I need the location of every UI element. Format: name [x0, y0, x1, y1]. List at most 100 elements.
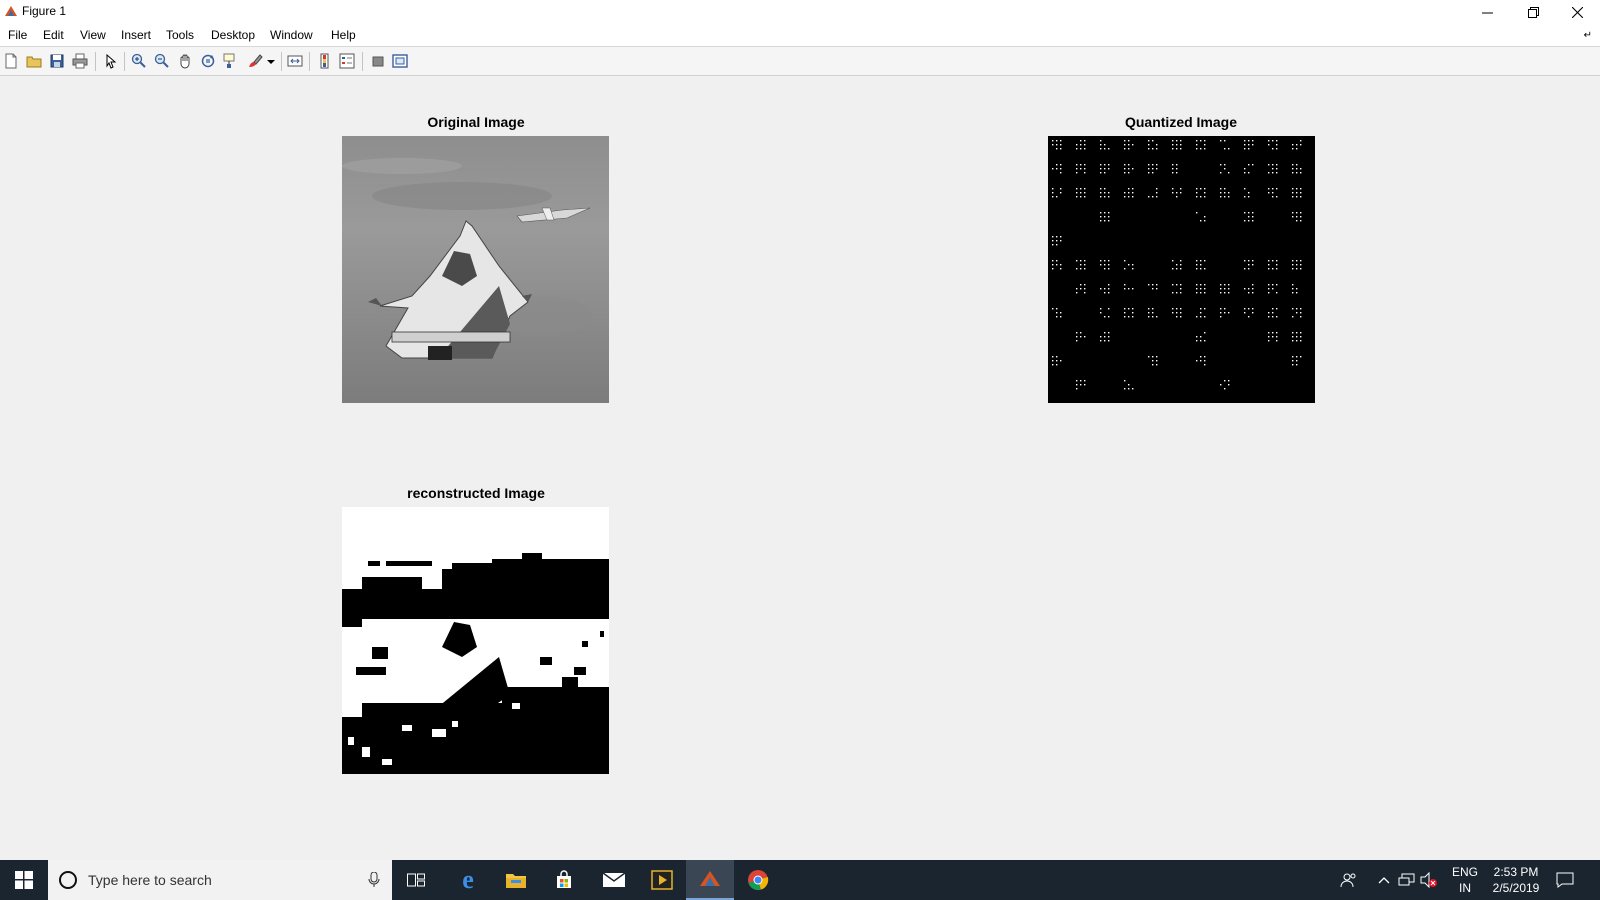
- quantized-coefficient-dot: [1252, 164, 1254, 166]
- quantized-coefficient-dot: [1060, 360, 1062, 362]
- quantized-coefficient-dot: [1248, 220, 1250, 222]
- quantized-coefficient-dot: [1204, 192, 1206, 194]
- quantized-coefficient-dot: [1180, 140, 1182, 142]
- menu-tools[interactable]: Tools: [166, 28, 194, 42]
- chrome-icon: [748, 870, 769, 890]
- hide-plot-tools-button[interactable]: [369, 52, 387, 70]
- quantized-coefficient-dot: [1248, 268, 1250, 270]
- quantized-coefficient-dot: [1100, 192, 1102, 194]
- quantized-coefficient-dot: [1268, 268, 1270, 270]
- insert-legend-button[interactable]: [338, 52, 356, 70]
- quantized-coefficient-dot: [1204, 340, 1206, 342]
- quantized-coefficient-dot: [1292, 316, 1294, 318]
- quantized-coefficient-dot: [1176, 192, 1178, 194]
- clock-date: 2/5/2019: [1492, 881, 1540, 895]
- show-plot-tools-button[interactable]: [391, 52, 409, 70]
- media-button[interactable]: [638, 860, 686, 900]
- restore-button[interactable]: [1510, 0, 1556, 24]
- quantized-coefficient-dot: [1272, 164, 1274, 166]
- insert-colorbar-button[interactable]: [316, 52, 334, 70]
- quantized-coefficient-dot: [1292, 212, 1294, 214]
- menu-view[interactable]: View: [80, 28, 106, 42]
- quantized-coefficient-dot: [1108, 284, 1110, 286]
- quantized-coefficient-dot: [1252, 220, 1254, 222]
- start-button[interactable]: [0, 860, 48, 900]
- quantized-coefficient-dot: [1248, 288, 1250, 290]
- open-file-button[interactable]: [25, 52, 43, 70]
- quantized-coefficient-dot: [1076, 288, 1078, 290]
- menu-desktop[interactable]: Desktop: [211, 28, 255, 42]
- zoom-out-button[interactable]: [153, 52, 171, 70]
- menu-help[interactable]: Help: [331, 28, 356, 42]
- pan-button[interactable]: [176, 52, 194, 70]
- quantized-coefficient-dot: [1108, 288, 1110, 290]
- quantized-coefficient-dot: [1076, 168, 1078, 170]
- quantized-coefficient-dot: [1252, 284, 1254, 286]
- quantized-coefficient-dot: [1080, 384, 1082, 386]
- quantized-coefficient-dot: [1052, 168, 1054, 170]
- task-view-button[interactable]: [392, 860, 440, 900]
- people-button[interactable]: [1340, 860, 1358, 900]
- taskbar-search-box[interactable]: Type here to search: [48, 860, 392, 900]
- brush-dropdown-button[interactable]: [266, 52, 276, 70]
- print-button[interactable]: [71, 52, 89, 70]
- quantized-coefficient-dot: [1172, 148, 1174, 150]
- network-button[interactable]: [1398, 860, 1416, 900]
- link-plot-button[interactable]: [286, 52, 304, 70]
- menu-file[interactable]: File: [8, 28, 27, 42]
- quantized-coefficient-dot: [1248, 308, 1250, 310]
- zoom-in-button[interactable]: [130, 52, 148, 70]
- save-button[interactable]: [48, 52, 66, 70]
- quantized-coefficient-dot: [1244, 212, 1246, 214]
- quantized-coefficient-dot: [1276, 264, 1278, 266]
- store-button[interactable]: [540, 860, 588, 900]
- new-figure-button[interactable]: [2, 52, 20, 70]
- quantized-coefficient-dot: [1196, 316, 1198, 318]
- quantized-coefficient-dot: [1056, 312, 1058, 314]
- menu-window[interactable]: Window: [270, 28, 313, 42]
- action-center-button[interactable]: [1556, 860, 1574, 900]
- mail-button[interactable]: [590, 860, 638, 900]
- quantized-coefficient-dot: [1104, 340, 1106, 342]
- zoom-out-icon: [154, 53, 169, 68]
- quantized-coefficient-dot: [1084, 196, 1086, 198]
- chrome-button[interactable]: [734, 860, 782, 900]
- quantized-coefficient-dot: [1224, 196, 1226, 198]
- dock-arrow-icon[interactable]: ↵: [1584, 30, 1592, 41]
- data-cursor-button[interactable]: [222, 52, 240, 70]
- rotate-3d-button[interactable]: [199, 52, 217, 70]
- quantized-coefficient-dot: [1276, 284, 1278, 286]
- quantized-coefficient-dot: [1080, 140, 1082, 142]
- quantized-coefficient-dot: [1076, 196, 1078, 198]
- show-hidden-icons-button[interactable]: [1378, 860, 1390, 900]
- menu-edit[interactable]: Edit: [43, 28, 64, 42]
- edit-plot-button[interactable]: [102, 52, 120, 70]
- quantized-coefficient-dot: [1300, 172, 1302, 174]
- quantized-coefficient-dot: [1100, 168, 1102, 170]
- quantized-coefficient-dot: [1176, 264, 1178, 266]
- quantized-coefficient-dot: [1152, 168, 1154, 170]
- quantized-coefficient-dot: [1292, 260, 1294, 262]
- quantized-coefficient-dot: [1084, 164, 1086, 166]
- close-button[interactable]: [1554, 0, 1600, 24]
- matlab-taskbar-button[interactable]: [686, 860, 734, 900]
- quantized-coefficient-dot: [1056, 364, 1058, 366]
- quantized-coefficient-dot: [1104, 168, 1106, 170]
- quantized-coefficient-dot: [1176, 308, 1178, 310]
- menu-insert[interactable]: Insert: [121, 28, 151, 42]
- quantized-coefficient-dot: [1244, 312, 1246, 314]
- clock[interactable]: 2:53 PM 2/5/2019: [1479, 864, 1553, 896]
- microphone-icon[interactable]: [368, 872, 380, 888]
- quantized-coefficient-dot: [1060, 148, 1062, 150]
- minimize-button[interactable]: [1464, 0, 1510, 24]
- edge-button[interactable]: e: [444, 860, 492, 900]
- file-explorer-button[interactable]: [492, 860, 540, 900]
- quantized-coefficient-dot: [1176, 196, 1178, 198]
- quantized-coefficient-dot: [1180, 308, 1182, 310]
- quantized-coefficient-dot: [1108, 264, 1110, 266]
- quantized-coefficient-dot: [1224, 292, 1226, 294]
- quantized-coefficient-dot: [1292, 216, 1294, 218]
- quantized-coefficient-dot: [1272, 284, 1274, 286]
- quantized-coefficient-dot: [1172, 172, 1174, 174]
- brush-button[interactable]: [246, 52, 264, 70]
